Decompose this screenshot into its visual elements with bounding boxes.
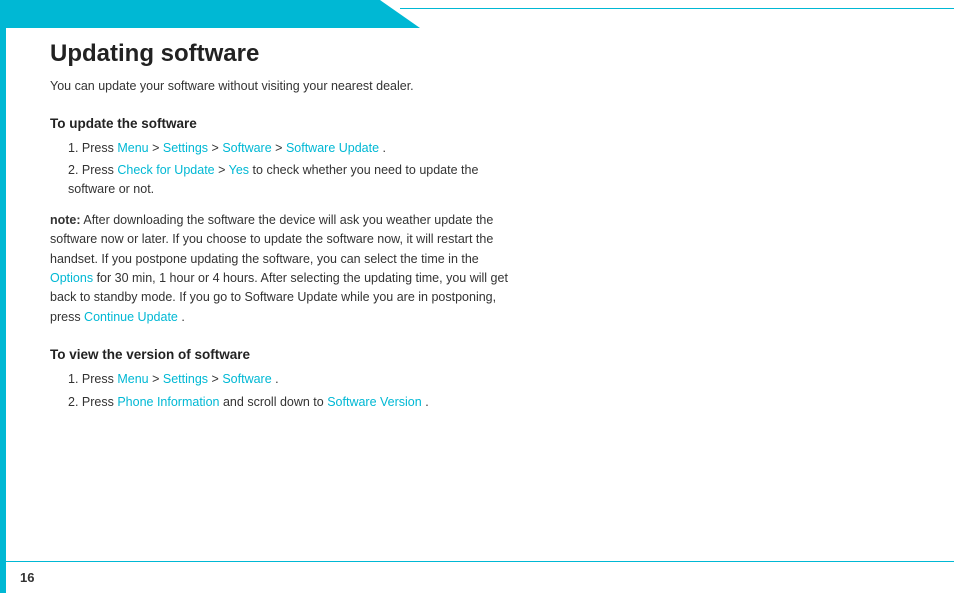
- section2-steps: 1. Press Menu > Settings > Software . 2.…: [50, 370, 904, 412]
- step-2-2-end: .: [425, 395, 428, 409]
- step-2-1: 1. Press Menu > Settings > Software .: [50, 370, 510, 389]
- note-block: note: After downloading the software the…: [50, 211, 510, 327]
- step-2-2-suffix: and scroll down to: [223, 395, 327, 409]
- section1-steps: 1. Press Menu > Settings > Software > So…: [50, 139, 904, 199]
- menu-link[interactable]: Menu: [117, 141, 148, 155]
- sep5: >: [152, 372, 163, 386]
- note-text1: After downloading the software the devic…: [50, 213, 493, 266]
- page-number: 16: [20, 570, 34, 585]
- software-version-link[interactable]: Software Version: [327, 395, 422, 409]
- step-1-2: 2. Press Check for Update > Yes to check…: [50, 161, 510, 199]
- software-link-2[interactable]: Software: [222, 372, 271, 386]
- step-2-1-number: 1.: [68, 372, 82, 386]
- check-for-update-link[interactable]: Check for Update: [117, 163, 214, 177]
- step-2-2-number: 2.: [68, 395, 82, 409]
- sep4: >: [218, 163, 229, 177]
- sep1: >: [152, 141, 163, 155]
- section2: To view the version of software 1. Press…: [50, 347, 904, 412]
- step-2-2: 2. Press Phone Information and scroll do…: [50, 393, 510, 412]
- sep6: >: [212, 372, 223, 386]
- section1-heading: To update the software: [50, 116, 904, 131]
- note-text3: .: [181, 310, 184, 324]
- note-label: note:: [50, 213, 81, 227]
- phone-info-link[interactable]: Phone Information: [117, 395, 219, 409]
- bottom-bar: 16: [0, 561, 954, 593]
- menu-link-2[interactable]: Menu: [117, 372, 148, 386]
- section1: To update the software 1. Press Menu > S…: [50, 116, 904, 199]
- yes-link[interactable]: Yes: [229, 163, 249, 177]
- sep3: >: [275, 141, 286, 155]
- sep2: >: [212, 141, 223, 155]
- main-content: Updating software You can update your so…: [50, 40, 904, 553]
- step-1-1-number: 1.: [68, 141, 82, 155]
- step-2-1-prefix: Press: [82, 372, 117, 386]
- continue-update-link[interactable]: Continue Update: [84, 310, 178, 324]
- left-bar-decoration: [0, 0, 6, 593]
- step-1-1-end: .: [383, 141, 386, 155]
- step-2-1-end: .: [275, 372, 278, 386]
- top-tab-decoration: [0, 0, 420, 28]
- software-update-link[interactable]: Software Update: [286, 141, 379, 155]
- section2-heading: To view the version of software: [50, 347, 904, 362]
- step-2-2-prefix: Press: [82, 395, 117, 409]
- step-1-1-prefix: Press: [82, 141, 117, 155]
- top-right-line: [400, 8, 954, 9]
- step-1-2-number: 2.: [68, 163, 82, 177]
- software-link[interactable]: Software: [222, 141, 271, 155]
- settings-link[interactable]: Settings: [163, 141, 208, 155]
- options-link[interactable]: Options: [50, 271, 93, 285]
- step-1-1: 1. Press Menu > Settings > Software > So…: [50, 139, 510, 158]
- page-title: Updating software: [50, 40, 904, 69]
- intro-text: You can update your software without vis…: [50, 77, 510, 96]
- settings-link-2[interactable]: Settings: [163, 372, 208, 386]
- step-1-2-prefix: Press: [82, 163, 117, 177]
